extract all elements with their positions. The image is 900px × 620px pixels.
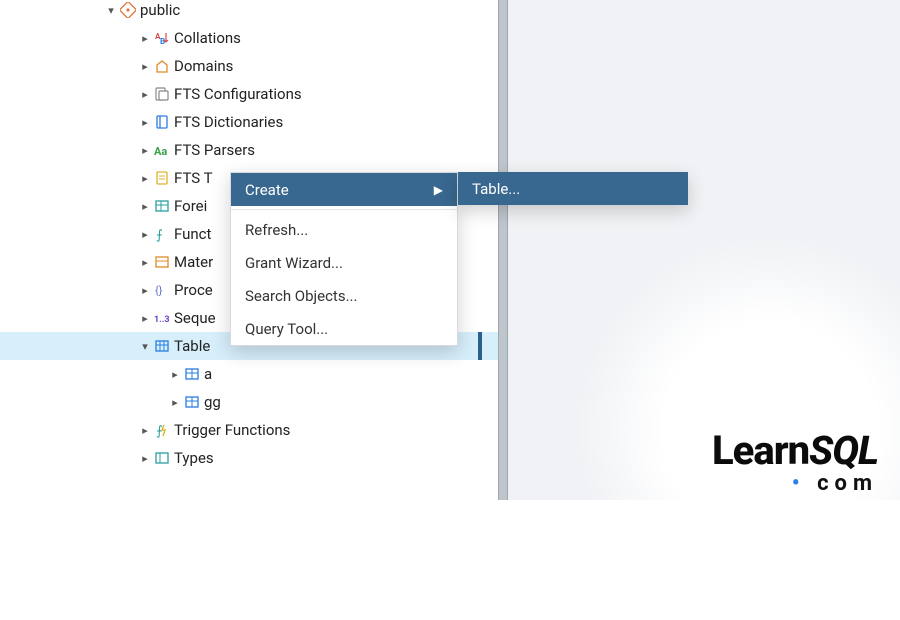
- schema-icon: [118, 2, 138, 18]
- chevron-right-icon: ▸: [138, 60, 152, 73]
- content-panel: [508, 0, 900, 500]
- chevron-right-icon: ▸: [138, 144, 152, 157]
- logo-text-b: SQL: [809, 427, 878, 474]
- menu-label: Query Tool...: [245, 320, 328, 338]
- menu-label: Search Objects...: [245, 287, 357, 305]
- tree-label: Types: [172, 449, 214, 467]
- tree-label: Mater: [172, 253, 213, 271]
- svg-text:⨍: ⨍: [156, 228, 163, 242]
- chevron-down-icon: ▾: [138, 340, 152, 353]
- chevron-right-icon: ▸: [168, 396, 182, 409]
- chevron-right-icon: ▶: [434, 183, 443, 197]
- collations-icon: AB: [152, 30, 172, 46]
- svg-text:B: B: [160, 37, 165, 46]
- selection-indicator: [478, 332, 482, 360]
- tables-icon: [152, 338, 172, 354]
- tree-label: Funct: [172, 225, 211, 243]
- chevron-right-icon: ▸: [168, 368, 182, 381]
- svg-text:1..3: 1..3: [154, 315, 170, 325]
- functions-icon: ⨍: [152, 226, 172, 242]
- trigger-functions-icon: ⨍: [152, 422, 172, 438]
- tree-node-table-a[interactable]: ▸ a: [0, 360, 498, 388]
- context-menu: Create ▶ Refresh... Grant Wizard... Sear…: [230, 172, 458, 346]
- menu-item-search-objects[interactable]: Search Objects...: [231, 279, 457, 312]
- tree-label: Collations: [172, 29, 241, 47]
- chevron-right-icon: ▸: [138, 312, 152, 325]
- tree-label: gg: [202, 393, 221, 411]
- menu-item-query-tool[interactable]: Query Tool...: [231, 312, 457, 345]
- menu-item-grant-wizard[interactable]: Grant Wizard...: [231, 246, 457, 279]
- tree-label: Seque: [172, 309, 216, 327]
- tree-label: Forei: [172, 197, 207, 215]
- menu-label: Create: [245, 181, 289, 199]
- chevron-right-icon: ▸: [138, 452, 152, 465]
- tree-label: FTS T: [172, 169, 213, 187]
- tree-node-schema-public[interactable]: ▾ public: [0, 0, 498, 24]
- panel-divider[interactable]: [498, 0, 508, 500]
- menu-label: Table...: [472, 180, 520, 198]
- chevron-right-icon: ▸: [138, 228, 152, 241]
- menu-label: Grant Wizard...: [245, 254, 343, 272]
- tree-node-collations[interactable]: ▸ AB Collations: [0, 24, 498, 52]
- chevron-right-icon: ▸: [138, 284, 152, 297]
- tree-node-trigger-functions[interactable]: ▸ ⨍ Trigger Functions: [0, 416, 498, 444]
- chevron-right-icon: ▸: [138, 88, 152, 101]
- svg-text:Aa: Aa: [154, 145, 167, 158]
- chevron-down-icon: ▾: [104, 4, 118, 17]
- materialized-view-icon: [152, 254, 172, 270]
- brand-logo: LearnSQL • com: [712, 431, 878, 496]
- tree-label: Trigger Functions: [172, 421, 290, 439]
- logo-suffix: com: [817, 471, 878, 496]
- tree-label: a: [202, 365, 212, 383]
- table-icon: [182, 394, 202, 410]
- context-submenu-create: Table...: [458, 172, 688, 205]
- tree-node-types[interactable]: ▸ Types: [0, 444, 498, 472]
- chevron-right-icon: ▸: [138, 32, 152, 45]
- tree-node-fts-parsers[interactable]: ▸ Aa FTS Parsers: [0, 136, 498, 164]
- fts-parser-icon: Aa: [152, 142, 172, 158]
- tree-label: FTS Dictionaries: [172, 113, 283, 131]
- menu-label: Refresh...: [245, 221, 308, 239]
- chevron-right-icon: ▸: [138, 172, 152, 185]
- tree-label: Domains: [172, 57, 233, 75]
- tree-label: Table: [172, 337, 210, 355]
- logo-text-a: Learn: [712, 427, 809, 474]
- tree-node-fts-dictionaries[interactable]: ▸ FTS Dictionaries: [0, 108, 498, 136]
- chevron-right-icon: ▸: [138, 256, 152, 269]
- procedures-icon: {}: [152, 282, 172, 298]
- tree-label: public: [138, 1, 180, 19]
- tree-label: Proce: [172, 281, 213, 299]
- chevron-right-icon: ▸: [138, 200, 152, 213]
- sequences-icon: 1..3: [152, 310, 172, 326]
- menu-separator: [231, 209, 457, 210]
- foreign-table-icon: [152, 198, 172, 214]
- chevron-right-icon: ▸: [138, 116, 152, 129]
- fts-config-icon: [152, 86, 172, 102]
- domains-icon: [152, 58, 172, 74]
- types-icon: [152, 450, 172, 466]
- chevron-right-icon: ▸: [138, 424, 152, 437]
- menu-item-create[interactable]: Create ▶: [231, 173, 457, 206]
- logo-dot-icon: •: [792, 471, 806, 496]
- tree-label: FTS Parsers: [172, 141, 255, 159]
- tree-node-domains[interactable]: ▸ Domains: [0, 52, 498, 80]
- svg-text:{}: {}: [155, 284, 163, 297]
- tree-node-fts-configurations[interactable]: ▸ FTS Configurations: [0, 80, 498, 108]
- fts-template-icon: [152, 170, 172, 186]
- tree-node-table-gg[interactable]: ▸ gg: [0, 388, 498, 416]
- submenu-item-table[interactable]: Table...: [458, 172, 688, 205]
- fts-dictionary-icon: [152, 114, 172, 130]
- menu-item-refresh[interactable]: Refresh...: [231, 213, 457, 246]
- svg-text:⨍: ⨍: [156, 424, 163, 438]
- tree-label: FTS Configurations: [172, 85, 302, 103]
- table-icon: [182, 366, 202, 382]
